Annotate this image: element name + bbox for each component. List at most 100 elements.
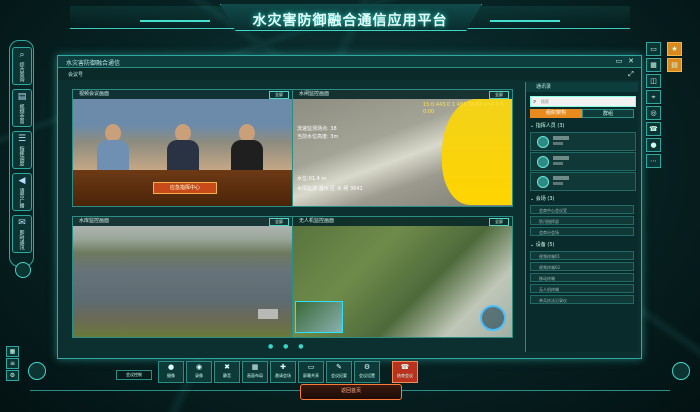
group-label: 指挥人员 (3) [535,123,565,129]
contact-role-blur [553,142,563,145]
minimize-icon[interactable]: ▭ [615,57,623,65]
group-header[interactable]: ⌄ 设备 (5) [530,241,634,249]
panel-tabs: 组织架构 群组 [530,109,634,118]
meeting-id-label: 会议号 [68,72,84,78]
contact-name-blur [553,136,569,140]
toolbar-label: 会议控制 [116,370,152,380]
fullscreen-icon[interactable]: ⤢ [627,70,635,78]
search-placeholder: 搜索 [541,99,549,104]
search-icon: ⌕ [19,50,25,60]
button-label: 会议纪要 [331,373,347,378]
invite-icon: ✚ [280,363,286,371]
drone-minimap[interactable] [295,301,343,333]
grid-icon[interactable]: ▦ [646,58,661,72]
screen-icon: ▭ [307,363,315,371]
rail-item-search[interactable]: ⌕ 综合查询 [12,47,32,85]
header: 水灾害防御融合通信应用平台 [0,0,700,36]
target-icon[interactable]: ◎ [646,106,661,120]
pagination-dots[interactable]: ● ● ● [268,343,308,350]
group-label: 会场 (3) [535,196,555,202]
panel-title: 通讯录 [526,82,638,92]
overlay-text: 水情监测 温州 区 水 闸 3641 [297,186,363,192]
pane-fullscreen-button[interactable]: 全屏 [269,91,289,99]
camera-icon: ● [167,363,175,371]
pane-fullscreen-button[interactable]: 全屏 [489,91,509,99]
tab-organization[interactable]: 组织架构 [530,109,582,118]
video-pane-sluice[interactable]: 水闸监控画面 全屏 15:0:443.0 1 481:34.83 x=0 2 5… [292,89,513,207]
settings-button[interactable]: ⚙ 会议设置 [354,361,380,383]
button-label: 结束会议 [397,373,413,378]
rail-item-meeting[interactable]: ▤ 视频会商 [12,89,32,127]
contact-item[interactable] [530,132,636,151]
list-item[interactable]: 防汛指挥部 [530,216,634,225]
minutes-button[interactable]: ✎ 会议纪要 [326,361,352,383]
group-header[interactable]: ⌄ 指挥人员 (3) [530,122,634,130]
record-button[interactable]: ◉ 录像 [186,361,212,383]
more-icon[interactable]: ⋯ [646,154,661,168]
record-icon: ◉ [195,363,203,371]
settings-icon[interactable]: ⚙ [6,370,19,381]
pane-title: 无人机监控画面 [299,218,335,224]
avatar [537,156,549,168]
layout-icon[interactable]: ▤ [667,58,682,72]
camera-button[interactable]: ● 摄像 [158,361,184,383]
group-header[interactable]: ⌄ 会场 (3) [530,195,634,203]
pane-header: 水库监控画面 [73,217,292,226]
group-label: 设备 (5) [535,242,555,248]
pointer-icon[interactable]: ⌖ [646,90,661,104]
layout-button[interactable]: ▦ 画面布局 [242,361,268,383]
grid-icon[interactable]: ▦ [6,346,19,357]
end-meeting-button[interactable]: ☎ 结束会议 [392,361,418,383]
mute-button[interactable]: ✖ 静音 [214,361,240,383]
share-screen-button[interactable]: ▭ 屏幕共享 [298,361,324,383]
layout-icon: ▦ [251,363,259,371]
button-label: 屏幕共享 [303,373,319,378]
video-pane-reservoir[interactable]: 水库监控画面 全屏 [72,216,293,338]
button-label: 会议设置 [359,373,375,378]
contact-item[interactable] [530,152,636,171]
tab-groups[interactable]: 群组 [582,109,634,118]
list-item[interactable]: 单兵执法记录仪 [530,295,634,304]
home-label: 返回首页 [340,388,361,394]
rail-label: 即时通讯 [18,230,25,250]
list-item[interactable]: 会商分会场 [530,227,634,236]
rail-item-chat[interactable]: ✉ 即时通讯 [12,215,32,253]
contacts-panel: 通讯录 ⌕ 搜索 组织架构 群组 ⌄ 指挥人员 (3) ⌄ 会场 (3) 会商中… [525,82,638,352]
page-title: 水灾害防御融合通信应用平台 [252,13,448,29]
list-item[interactable]: 视频终端02 [530,262,634,271]
video-pane-drone[interactable]: 无人机监控画面 全屏 [292,216,513,338]
pane-title: 视频会议画面 [79,91,110,97]
rail-item-broadcast[interactable]: ◀ 语音广播 [12,173,32,211]
video-pane-meeting[interactable]: 视频会议画面 全屏 应急指挥中心 [72,89,293,207]
list-item[interactable]: 视频终端01 [530,251,634,260]
megaphone-icon: ◀ [18,176,26,186]
search-input[interactable]: ⌕ 搜索 [530,96,636,107]
close-icon[interactable]: ✕ [627,57,635,65]
pane-header: 无人机监控画面 [293,217,512,226]
list-item[interactable]: 会商中心会议室 [530,205,634,214]
layers-icon[interactable]: ≡ [6,358,19,369]
window-titlebar: 水灾害防御融合通信 ▭ ✕ [58,56,641,68]
contact-item[interactable] [530,172,636,191]
record-icon[interactable]: ● [646,138,661,152]
participant [229,124,265,170]
pane-fullscreen-button[interactable]: 全屏 [489,218,509,226]
phone-icon[interactable]: ☎ [646,122,661,136]
split-icon[interactable]: ◫ [646,74,661,88]
overlay-text: 流速监测测点: 38 [297,126,337,132]
list-item[interactable]: 移动终端 [530,273,634,282]
hangup-icon: ☎ [400,363,410,371]
rail-item-dispatch[interactable]: ☰ 指挥调度 [12,131,32,169]
participant [165,124,201,170]
window-icon[interactable]: ▭ [646,42,661,56]
overlay-text: 15:0:443.0 1 481:34.83 x=0 2 5 0:00 [423,102,504,115]
home-button[interactable]: 返回首页 [300,384,402,400]
doc-icon: ▤ [17,92,27,102]
invite-button[interactable]: ✚ 邀请会场 [270,361,296,383]
pane-fullscreen-button[interactable]: 全屏 [269,218,289,226]
star-icon[interactable]: ★ [667,42,682,56]
pane-title: 水闸监控画面 [299,91,330,97]
overlay-text: 当前水位高度: 3m [297,134,339,140]
gear-icon: ⚙ [363,363,371,371]
list-item[interactable]: 无人机终端 [530,284,634,293]
